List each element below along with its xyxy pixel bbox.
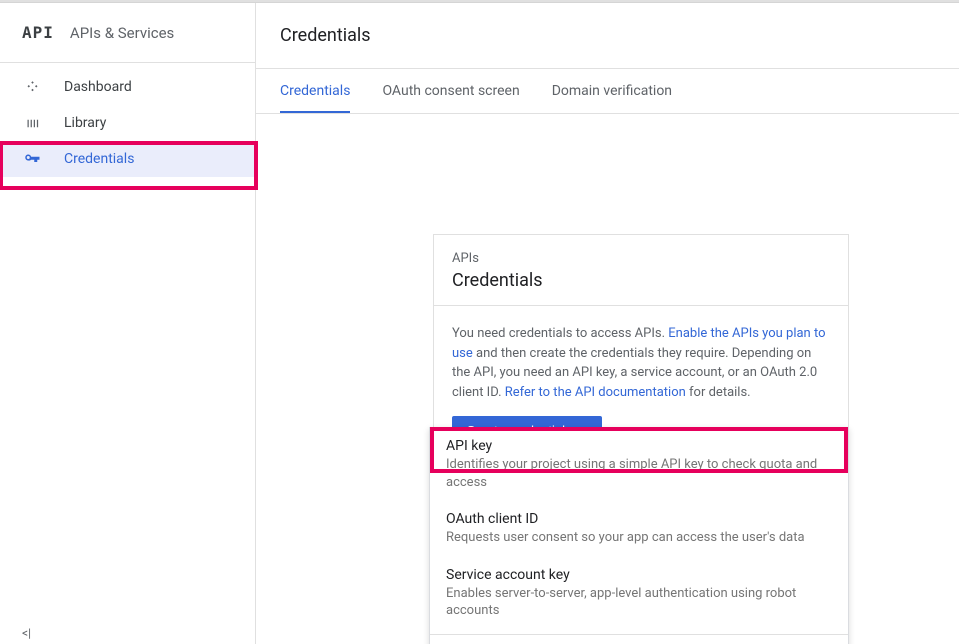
main-area: Credentials Credentials OAuth consent sc…	[256, 3, 959, 644]
layout-root: API APIs & Services Dashboard Library	[0, 3, 959, 644]
dropdown-item-desc: Requests user consent so your app can ac…	[446, 529, 832, 547]
sidebar-item-credentials[interactable]: Credentials	[0, 141, 255, 177]
library-icon	[22, 113, 42, 133]
page-title: Credentials	[280, 25, 935, 46]
dashboard-icon	[22, 77, 42, 97]
sidebar-item-label: Library	[64, 115, 106, 131]
card-header: APIs Credentials	[434, 235, 848, 306]
api-logo: API	[22, 23, 54, 42]
sidebar-header: API APIs & Services	[0, 3, 255, 63]
page-header: Credentials	[256, 3, 959, 69]
card-title: Credentials	[452, 270, 830, 291]
sidebar-item-label: Credentials	[64, 151, 134, 167]
tab-credentials[interactable]: Credentials	[280, 69, 350, 113]
sidebar-item-label: Dashboard	[64, 79, 132, 95]
create-credentials-dropdown: API key Identifies your project using a …	[429, 427, 849, 644]
dropdown-item-desc: Identifies your project using a simple A…	[446, 456, 832, 491]
dropdown-item-title: Service account key	[446, 567, 832, 583]
dropdown-item-title: API key	[446, 438, 832, 454]
sidebar-nav: Dashboard Library Credentials	[0, 63, 255, 177]
tab-domain-verification[interactable]: Domain verification	[552, 69, 672, 113]
sidebar-collapse-handle[interactable]: <|	[22, 626, 31, 640]
dropdown-item-help-choose[interactable]: Help me choose Asks a few questions to h…	[430, 639, 848, 644]
sidebar-item-dashboard[interactable]: Dashboard	[0, 69, 255, 105]
key-icon	[22, 149, 42, 169]
dropdown-divider	[430, 634, 848, 635]
card-text-part: for details.	[686, 385, 751, 400]
dropdown-item-api-key[interactable]: API key Identifies your project using a …	[430, 428, 848, 501]
dropdown-item-oauth-client[interactable]: OAuth client ID Requests user consent so…	[430, 501, 848, 557]
sidebar: API APIs & Services Dashboard Library	[0, 3, 256, 644]
sidebar-title: APIs & Services	[70, 24, 174, 42]
card-text-part: You need credentials to access APIs.	[452, 326, 668, 341]
dropdown-item-desc: Enables server-to-server, app-level auth…	[446, 585, 832, 620]
card-eyebrow: APIs	[452, 251, 830, 266]
dropdown-item-title: OAuth client ID	[446, 511, 832, 527]
dropdown-item-service-account[interactable]: Service account key Enables server-to-se…	[430, 557, 848, 630]
tabs-bar: Credentials OAuth consent screen Domain …	[256, 69, 959, 114]
content-area: APIs Credentials You need credentials to…	[256, 114, 959, 644]
tab-oauth-consent[interactable]: OAuth consent screen	[382, 69, 519, 113]
sidebar-item-library[interactable]: Library	[0, 105, 255, 141]
api-docs-link[interactable]: Refer to the API documentation	[505, 385, 686, 400]
